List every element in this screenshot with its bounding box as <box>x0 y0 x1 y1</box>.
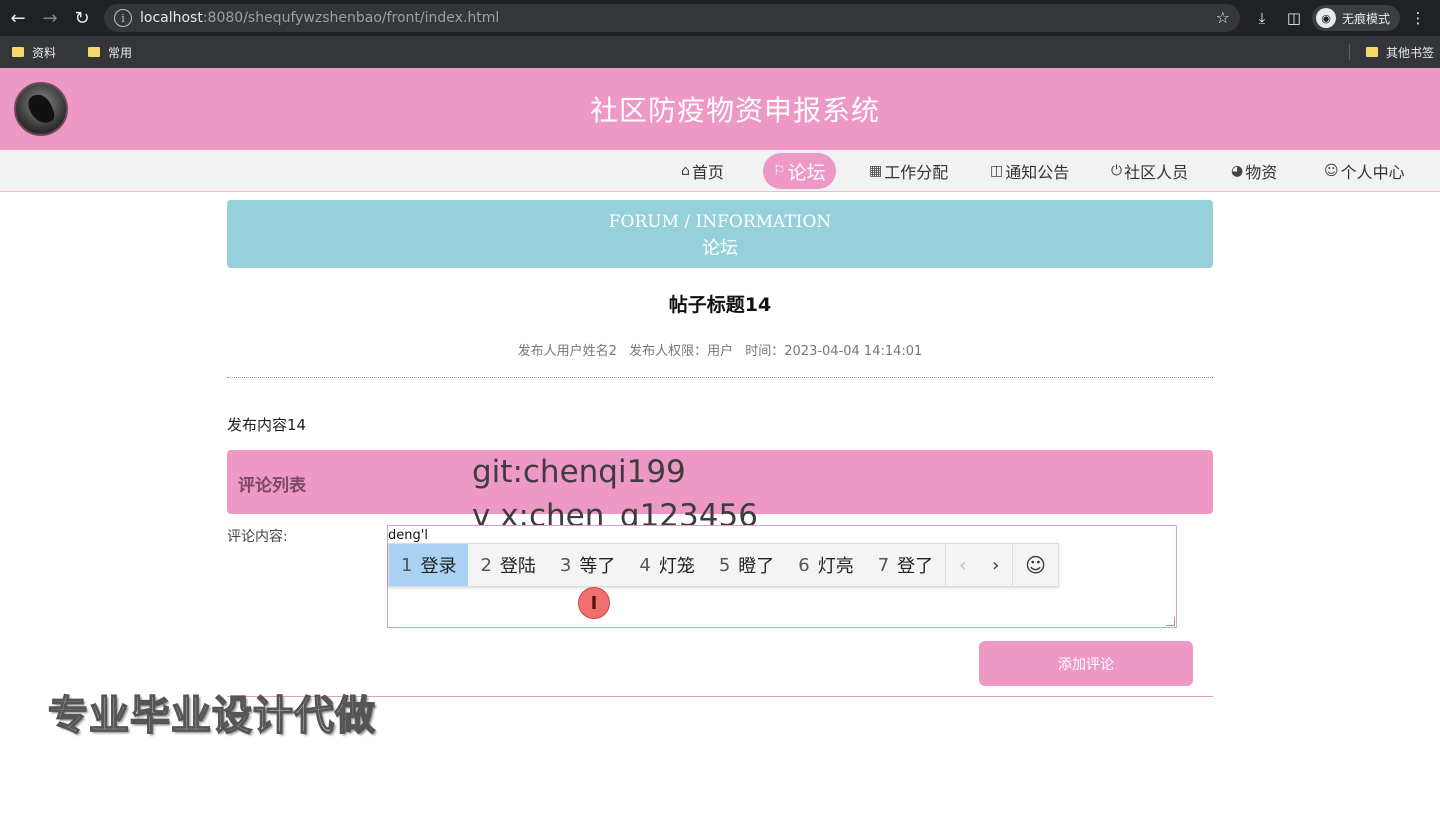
bookmark-star-icon[interactable]: ☆ <box>1216 8 1230 27</box>
section-banner: FORUM / INFORMATION 论坛 <box>227 200 1213 268</box>
ime-candidate-3[interactable]: 3 等了 <box>548 544 627 586</box>
nav-item-label: 首页 <box>691 163 724 182</box>
candidate-text: 登了 <box>897 556 934 577</box>
emoji-icon[interactable]: ☺ <box>1012 544 1058 586</box>
ime-candidate-1[interactable]: 1 登录 <box>389 544 469 586</box>
power-icon: ⏻ <box>1111 163 1123 179</box>
post-title: 帖子标题14 <box>668 294 772 316</box>
bookmark-folder-1[interactable]: 常用 <box>88 44 132 61</box>
user-icon: ☺ <box>1324 163 1339 179</box>
candidate-number: 2 <box>480 554 492 576</box>
comment-input-label: 评论内容: <box>227 529 288 545</box>
browser-toolbar: ← → ↻ i localhost:8080/shequfywzshenbao/… <box>0 0 1440 36</box>
post-time: 时间：2023-04-04 14:14:01 <box>745 344 923 359</box>
chevron-right-icon[interactable]: › <box>979 555 1012 576</box>
info-icon[interactable]: i <box>114 9 132 27</box>
nav-item-label: 社区人员 <box>1124 163 1189 182</box>
post-content: 发布内容14 <box>227 416 307 434</box>
site-header: 社区防疫物资申报系统 <box>0 68 1440 150</box>
incognito-label: 无痕模式 <box>1342 11 1391 26</box>
chevron-left-icon[interactable]: ‹ <box>946 555 979 576</box>
reader-icon: ◫ <box>990 163 1004 179</box>
candidate-text: 登陆 <box>499 556 536 577</box>
folder-icon <box>88 47 101 57</box>
nav-item-home[interactable]: ⌂ 首页 <box>681 153 724 189</box>
candidate-number: 1 <box>401 554 413 576</box>
folder-icon <box>1365 47 1378 57</box>
resize-handle[interactable] <box>1166 617 1175 626</box>
candidate-text: 灯笼 <box>658 556 695 577</box>
nav-item-label: 物资 <box>1245 163 1278 182</box>
other-bookmarks-label: 其他书签 <box>1385 45 1434 60</box>
url-path: :8080/shequfywzshenbao/front/index.html <box>202 10 500 26</box>
ime-candidate-bar: 1 登录 2 登陆 3 等了 4 灯笼 5 瞪了 6 灯亮 7 登了 ‹ › ☺ <box>388 543 1059 587</box>
gamepad-icon: ◕ <box>1231 163 1244 179</box>
ime-candidate-4[interactable]: 4 灯笼 <box>627 544 706 586</box>
folder-icon <box>12 47 24 57</box>
candidate-number: 5 <box>718 554 731 576</box>
post-divider <box>227 377 1213 378</box>
incognito-icon: ◉ <box>1316 8 1336 28</box>
back-icon[interactable]: ← <box>2 2 34 34</box>
candidate-number: 7 <box>877 554 890 576</box>
nav-item-forum[interactable]: ⚐ 论坛 <box>763 153 836 189</box>
bookmark-label: 常用 <box>108 45 133 60</box>
candidate-number: 6 <box>798 554 810 576</box>
nav-item-label: 论坛 <box>787 161 826 184</box>
overlay-git-text: git:chenqi199 <box>472 454 686 490</box>
address-bar[interactable]: i localhost:8080/shequfywzshenbao/front/… <box>104 4 1240 32</box>
browser-actions: ⤓ ◫ ◉ 无痕模式 ⋮ <box>1248 0 1432 36</box>
reload-icon[interactable]: ↻ <box>66 2 98 34</box>
nav-item-label: 工作分配 <box>884 163 949 182</box>
bookmark-label: 资料 <box>32 45 57 60</box>
nav-item-work-assign[interactable]: ▦ 工作分配 <box>869 153 948 189</box>
nav-item-label: 通知公告 <box>1005 163 1070 182</box>
other-bookmarks[interactable]: 其他书签 <box>1348 36 1434 68</box>
flag-icon: ⚐ <box>773 163 786 179</box>
candidate-number: 4 <box>639 554 651 576</box>
candidate-text: 灯亮 <box>817 556 854 577</box>
candidate-number: 3 <box>559 554 572 576</box>
home-icon: ⌂ <box>681 163 690 179</box>
main-nav: ⌂ 首页 ⚐ 论坛 ▦ 工作分配 ◫ 通知公告 ⏻ 社区人员 ◕ 物资 ☺ 个人中心 <box>0 150 1440 192</box>
overlay-caption: 专业毕业设计代做 <box>47 692 376 740</box>
url-host: localhost <box>140 10 203 26</box>
post-role: 发布人权限：用户 <box>629 344 734 359</box>
add-comment-button[interactable]: 添加评论 <box>979 641 1193 686</box>
candidate-text: 等了 <box>579 556 616 577</box>
incognito-badge[interactable]: ◉ 无痕模式 <box>1312 5 1401 31</box>
nav-item-notice[interactable]: ◫ 通知公告 <box>990 153 1069 189</box>
grid-icon: ▦ <box>869 163 883 179</box>
candidate-text: 瞪了 <box>738 556 775 577</box>
ime-candidate-5[interactable]: 5 瞪了 <box>707 544 786 586</box>
bookmark-separator <box>1348 44 1350 60</box>
bookmarks-bar: 资料 常用 其他书签 <box>0 36 1440 68</box>
post-author: 发布人用户姓名2 <box>517 344 617 359</box>
kebab-menu-icon[interactable]: ⋮ <box>1404 4 1432 32</box>
side-panel-icon[interactable]: ◫ <box>1280 4 1308 32</box>
nav-item-profile[interactable]: ☺ 个人中心 <box>1324 153 1405 189</box>
ime-candidate-2[interactable]: 2 登陆 <box>468 544 547 586</box>
ime-page-controls: ‹ › <box>945 544 1012 586</box>
banner-title-cn: 论坛 <box>702 238 738 259</box>
nav-item-supplies[interactable]: ◕ 物资 <box>1231 153 1277 189</box>
ime-candidate-6[interactable]: 6 灯亮 <box>786 544 865 586</box>
candidate-text: 登录 <box>420 556 457 577</box>
comment-list-title: 评论列表 <box>238 476 306 496</box>
ime-candidate-7[interactable]: 7 登了 <box>866 544 945 586</box>
forward-icon[interactable]: → <box>34 2 66 34</box>
nav-item-residents[interactable]: ⏻ 社区人员 <box>1111 153 1188 189</box>
post-meta: 发布人用户姓名2 发布人权限：用户 时间：2023-04-04 14:14:01 <box>227 340 1213 359</box>
site-title: 社区防疫物资申报系统 <box>589 94 880 127</box>
bookmark-folder-0[interactable]: 资料 <box>12 44 56 61</box>
banner-title-en: FORUM / INFORMATION <box>608 212 832 232</box>
comment-composition-text: deng'l <box>388 528 430 544</box>
nav-item-label: 个人中心 <box>1340 163 1405 182</box>
download-icon[interactable]: ⤓ <box>1248 4 1276 32</box>
text-cursor-icon: I <box>578 587 610 619</box>
